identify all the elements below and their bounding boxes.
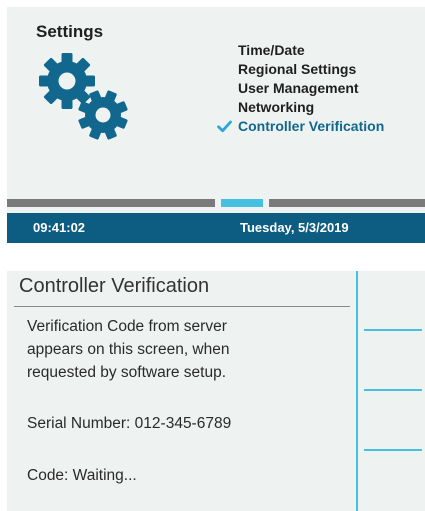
menu-item-label: Networking xyxy=(238,99,315,115)
soft-key-1[interactable] xyxy=(364,329,422,331)
description-line: requested by software setup. xyxy=(27,364,227,381)
page-indicator xyxy=(7,199,425,207)
status-date: Tuesday, 5/3/2019 xyxy=(240,220,349,235)
soft-key-3[interactable] xyxy=(364,449,422,451)
status-bar: 09:41:02 Tuesday, 5/3/2019 xyxy=(7,213,425,243)
menu-item-networking[interactable]: Networking xyxy=(217,98,384,117)
verification-code-status: Code: Waiting... xyxy=(27,467,137,484)
description-line: appears on this screen, when xyxy=(27,341,230,358)
page-indicator-segment xyxy=(7,199,215,207)
page-indicator-segment xyxy=(269,199,425,207)
menu-item-time-date[interactable]: Time/Date xyxy=(217,41,384,60)
menu-item-label: Time/Date xyxy=(238,42,305,58)
soft-key-2[interactable] xyxy=(364,389,422,391)
menu-item-label: Controller Verification xyxy=(238,118,385,134)
page-title: Controller Verification xyxy=(19,275,210,297)
controller-verification-screen: Controller Verification Verification Cod… xyxy=(7,271,425,511)
title-divider xyxy=(14,306,350,307)
soft-key-divider xyxy=(356,271,358,511)
checkmark-icon xyxy=(217,120,232,133)
menu-item-label: User Management xyxy=(238,80,359,96)
menu-item-controller-verification[interactable]: Controller Verification xyxy=(217,117,384,136)
menu-item-user-management[interactable]: User Management xyxy=(217,79,384,98)
serial-number: Serial Number: 012-345-6789 xyxy=(27,415,232,432)
settings-title: Settings xyxy=(36,22,104,41)
description-line: Verification Code from server xyxy=(27,318,227,335)
menu-item-regional-settings[interactable]: Regional Settings xyxy=(217,60,384,79)
menu-item-label: Regional Settings xyxy=(238,61,357,77)
gears-icon xyxy=(39,53,128,140)
settings-screen: Settings Time/Date Regional Settings Use… xyxy=(7,7,425,243)
settings-menu: Time/Date Regional Settings User Managem… xyxy=(217,41,384,136)
page-indicator-segment-active xyxy=(221,199,263,207)
status-time: 09:41:02 xyxy=(33,220,86,235)
